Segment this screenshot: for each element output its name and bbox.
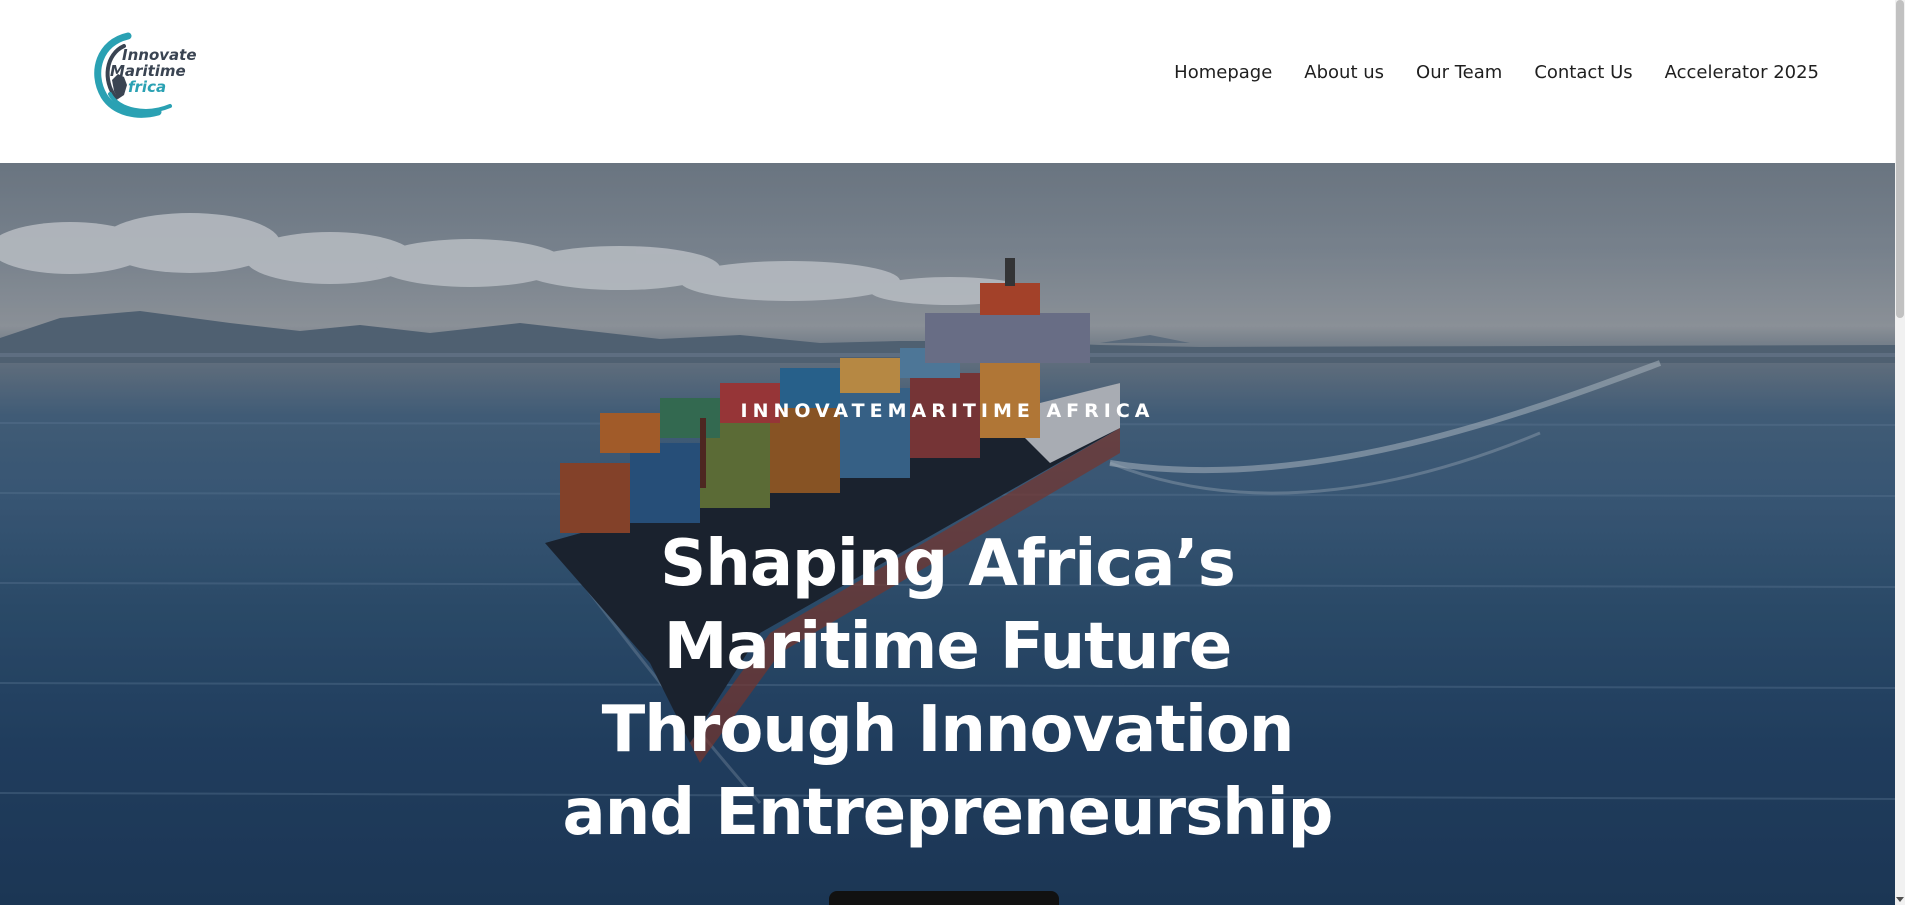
hero-headline: Shaping Africa’s Maritime Future Through… [520,523,1375,855]
hero-cta-button[interactable] [829,891,1059,905]
scrollbar-thumb[interactable] [1896,0,1904,318]
hero-section: INNOVATEMARITIME AFRICA Shaping Africa’s… [0,163,1895,905]
scroll-down-arrow-icon[interactable] [1896,895,1904,903]
headline-line: and Entrepreneurship [562,776,1334,850]
nav-about-us[interactable]: About us [1304,58,1384,88]
headline-line: Through Innovation [601,693,1295,767]
hero-eyebrow: INNOVATEMARITIME AFRICA [740,400,1155,422]
site-header: Innovate Maritime frica Homepage About u… [0,0,1895,163]
main-nav: Homepage About us Our Team Contact Us Ac… [1174,58,1819,88]
hero-content: INNOVATEMARITIME AFRICA Shaping Africa’s… [0,163,1895,905]
scrollbar[interactable] [1895,0,1905,905]
innovate-maritime-africa-logo-icon: Innovate Maritime frica [94,32,197,118]
nav-contact-us[interactable]: Contact Us [1534,58,1632,88]
headline-line: Shaping Africa’s [660,527,1236,601]
headline-line: Maritime Future [663,610,1233,684]
nav-our-team[interactable]: Our Team [1416,58,1502,88]
nav-accelerator-2025[interactable]: Accelerator 2025 [1665,58,1819,88]
nav-homepage[interactable]: Homepage [1174,58,1272,88]
svg-text:frica: frica [128,78,166,96]
page: Innovate Maritime frica Homepage About u… [0,0,1905,905]
logo-link[interactable]: Innovate Maritime frica [88,32,198,118]
